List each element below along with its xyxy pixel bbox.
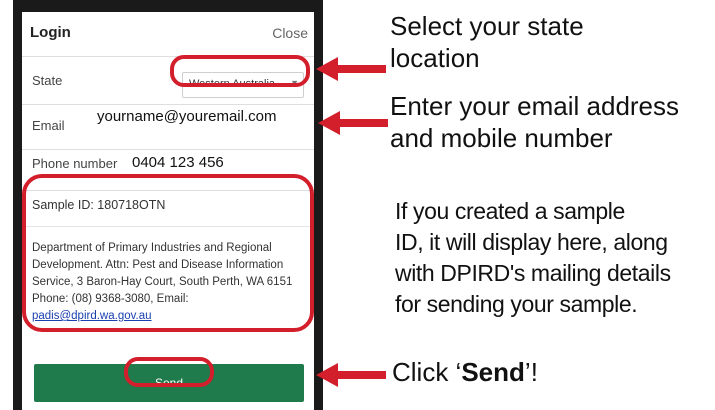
phone-field[interactable]: 0404 123 456 xyxy=(132,154,224,171)
sample-callout-line: for sending your sample. xyxy=(395,291,638,317)
phone-label: Phone number xyxy=(32,156,118,171)
send-highlight-ring xyxy=(124,357,214,387)
email-label: Email xyxy=(32,118,65,133)
contact-callout: Enter your email address and mobile numb… xyxy=(390,90,679,154)
arrow-left-icon xyxy=(318,111,388,135)
email-field[interactable]: yourname@youremail.com xyxy=(97,108,276,125)
send-callout-suffix: ’! xyxy=(524,357,538,387)
send-callout: Click ‘Send’! xyxy=(392,356,538,388)
dialog-header: Login Close xyxy=(22,12,314,57)
arrow-left-icon xyxy=(316,363,386,387)
contact-callout-line2: and mobile number xyxy=(390,123,613,153)
state-label: State xyxy=(32,73,63,88)
close-button[interactable]: Close xyxy=(272,25,308,41)
send-callout-prefix: Click ‘ xyxy=(392,357,462,387)
sample-highlight-ring xyxy=(22,174,314,332)
sample-callout-line: with DPIRD's mailing details xyxy=(395,260,671,286)
state-callout-line2: location xyxy=(390,43,480,73)
state-highlight-ring xyxy=(170,55,310,87)
contact-callout-line1: Enter your email address xyxy=(390,91,680,121)
sample-callout: If you created a sample ID, it will disp… xyxy=(395,196,671,320)
email-row: Email yourname@youremail.com xyxy=(22,105,314,150)
sample-callout-line: If you created a sample xyxy=(395,198,625,224)
arrow-left-icon xyxy=(316,57,386,81)
dialog-title: Login xyxy=(30,24,71,41)
send-callout-bold: Send xyxy=(461,357,525,387)
sample-callout-line: ID, it will display here, along xyxy=(395,229,668,255)
state-callout: Select your state location xyxy=(390,10,584,74)
state-callout-line1: Select your state xyxy=(390,11,584,41)
